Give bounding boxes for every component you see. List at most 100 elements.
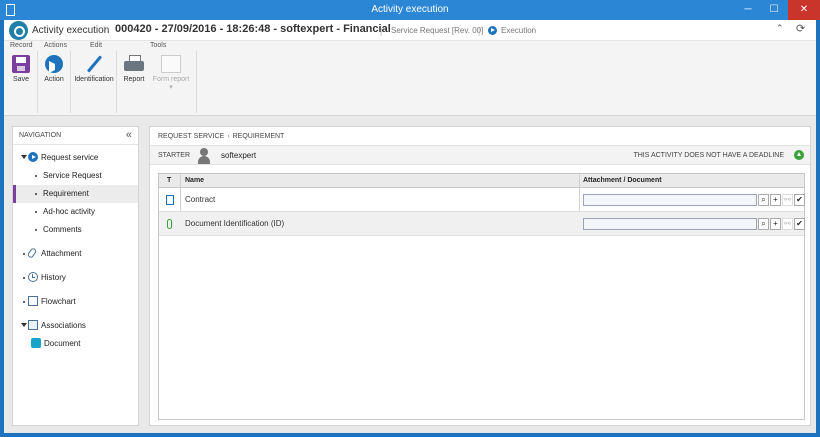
expand-triangle-icon bbox=[21, 155, 27, 159]
header-chevron-icon: › bbox=[103, 23, 107, 35]
collapse-header-button[interactable]: ⌃ bbox=[776, 23, 784, 34]
nav-item-flowchart[interactable]: Flowchart bbox=[13, 293, 138, 311]
associations-icon bbox=[28, 320, 38, 330]
minimize-button[interactable]: ─ bbox=[734, 0, 762, 20]
nav-item-service-request[interactable]: Service Request bbox=[13, 167, 138, 185]
breadcrumb-chevron-icon: › bbox=[227, 133, 230, 140]
close-button[interactable]: ✕ bbox=[788, 0, 820, 20]
document-icon bbox=[166, 195, 174, 205]
bullet-icon bbox=[35, 229, 37, 231]
history-clock-icon bbox=[28, 272, 38, 282]
action-arrow-icon bbox=[45, 55, 63, 73]
action-button[interactable]: Action bbox=[42, 55, 66, 83]
table-row[interactable]: Document Identification (ID) ⌕ + ⚯ ✔ bbox=[159, 212, 805, 236]
refresh-button[interactable]: ⟳ bbox=[796, 22, 805, 35]
nav-item-label: Document bbox=[44, 339, 81, 348]
save-button-label: Save bbox=[13, 76, 29, 83]
save-icon bbox=[12, 55, 30, 73]
add-button[interactable]: + bbox=[770, 194, 781, 206]
ribbon-group-record: Record bbox=[10, 42, 33, 49]
nav-item-associations[interactable]: Associations bbox=[13, 317, 138, 335]
report-button[interactable]: Report bbox=[121, 55, 147, 83]
ribbon-group-edit: Edit bbox=[90, 42, 103, 49]
nav-item-history[interactable]: History bbox=[13, 269, 138, 287]
nav-item-attachment[interactable]: Attachment bbox=[13, 245, 138, 263]
process-type-label: Service Request [Rev. 00] bbox=[391, 26, 484, 35]
flowchart-icon bbox=[28, 296, 38, 306]
bullet-icon bbox=[35, 211, 37, 213]
execution-status-icon bbox=[488, 26, 497, 35]
attachment-field[interactable] bbox=[583, 194, 757, 206]
ribbon-group-actions: Actions bbox=[44, 42, 67, 49]
column-header-attachment[interactable]: Attachment / Document bbox=[583, 177, 662, 184]
view-button[interactable]: ⚯ bbox=[782, 218, 793, 230]
user-avatar-icon bbox=[197, 148, 211, 164]
app-header: Activity execution › 000420 - 27/09/2016… bbox=[4, 20, 816, 41]
nav-item-label: Request service bbox=[41, 153, 99, 162]
bullet-icon bbox=[23, 277, 25, 279]
identification-button[interactable]: Identification bbox=[74, 55, 114, 83]
header-separator: | bbox=[478, 26, 481, 36]
collapse-up-icon[interactable] bbox=[794, 150, 804, 160]
add-button[interactable]: + bbox=[770, 218, 781, 230]
maximize-button[interactable]: ☐ bbox=[760, 0, 788, 20]
nav-item-label: Ad-hoc activity bbox=[43, 207, 96, 216]
action-button-label: Action bbox=[44, 76, 64, 83]
nav-item-request-service[interactable]: Request service bbox=[13, 149, 138, 167]
nav-item-label: Associations bbox=[41, 321, 86, 330]
nav-item-label: Comments bbox=[43, 225, 82, 234]
record-title: 000420 - 27/09/2016 - 18:26:48 - softexp… bbox=[115, 23, 391, 35]
app-logo-icon bbox=[9, 21, 28, 40]
nav-item-requirement[interactable]: Requirement bbox=[13, 185, 138, 203]
content-area: NAVIGATION « Request service Service Req… bbox=[4, 116, 816, 433]
nav-item-comments[interactable]: Comments bbox=[13, 221, 138, 239]
table-row[interactable]: Contract ⌕ + ⚯ ✔ bbox=[159, 188, 805, 212]
ribbon-toolbar: Record Actions Edit Tools Save Action Id… bbox=[4, 41, 816, 116]
search-button[interactable]: ⌕ bbox=[758, 194, 769, 206]
navigation-panel: NAVIGATION « Request service Service Req… bbox=[12, 126, 139, 426]
printer-icon bbox=[124, 55, 144, 73]
confirm-button[interactable]: ✔ bbox=[794, 218, 805, 230]
starter-bar: STARTER softexpert THIS ACTIVITY DOES NO… bbox=[150, 145, 810, 165]
ribbon-divider bbox=[196, 51, 197, 113]
paperclip-icon bbox=[26, 247, 38, 259]
ribbon-group-tools: Tools bbox=[150, 42, 167, 49]
ribbon-divider bbox=[37, 51, 38, 113]
bullet-icon bbox=[35, 175, 37, 177]
search-button[interactable]: ⌕ bbox=[758, 218, 769, 230]
view-button[interactable]: ⚯ bbox=[782, 194, 793, 206]
bullet-icon bbox=[23, 253, 25, 255]
form-report-button[interactable]: Form report ▾ bbox=[150, 55, 192, 91]
ribbon-divider bbox=[116, 51, 117, 113]
column-header-type[interactable]: T bbox=[167, 177, 171, 184]
ribbon-divider bbox=[70, 51, 71, 113]
attachment-field[interactable] bbox=[583, 218, 757, 230]
main-panel: REQUEST SERVICE › REQUIREMENT STARTER soft… bbox=[149, 126, 811, 426]
breadcrumb-item: REQUIREMENT bbox=[232, 133, 285, 140]
attachment-icon bbox=[167, 219, 172, 229]
column-header-name[interactable]: Name bbox=[185, 177, 204, 184]
activity-play-icon bbox=[28, 152, 38, 162]
starter-name: softexpert bbox=[221, 151, 257, 160]
nav-item-document[interactable]: Document bbox=[13, 335, 138, 353]
document-icon bbox=[31, 338, 41, 348]
starter-label: STARTER bbox=[158, 152, 191, 159]
save-button[interactable]: Save bbox=[9, 55, 33, 83]
deadline-text: THIS ACTIVITY DOES NOT HAVE A DEADLINE bbox=[633, 152, 784, 159]
row-name: Document Identification (ID) bbox=[185, 219, 285, 228]
divider bbox=[13, 144, 138, 145]
nav-item-label: Requirement bbox=[43, 189, 89, 198]
nav-item-label: Flowchart bbox=[41, 297, 76, 306]
nav-item-label: Service Request bbox=[43, 171, 102, 180]
form-report-icon bbox=[161, 55, 181, 73]
confirm-button[interactable]: ✔ bbox=[794, 194, 805, 206]
window-titlebar: Activity execution ─ ☐ ✕ bbox=[0, 0, 820, 20]
breadcrumb-item[interactable]: REQUEST SERVICE bbox=[158, 133, 224, 140]
form-report-button-label: Form report bbox=[152, 76, 190, 83]
collapse-navigation-button[interactable]: « bbox=[126, 129, 132, 141]
nav-item-adhoc-activity[interactable]: Ad-hoc activity bbox=[13, 203, 138, 221]
bullet-icon bbox=[35, 193, 37, 195]
bullet-icon bbox=[23, 301, 25, 303]
window-client: Activity execution › 000420 - 27/09/2016… bbox=[4, 20, 816, 433]
requirement-grid: T Name Attachment / Document Contract ⌕ … bbox=[158, 173, 805, 420]
